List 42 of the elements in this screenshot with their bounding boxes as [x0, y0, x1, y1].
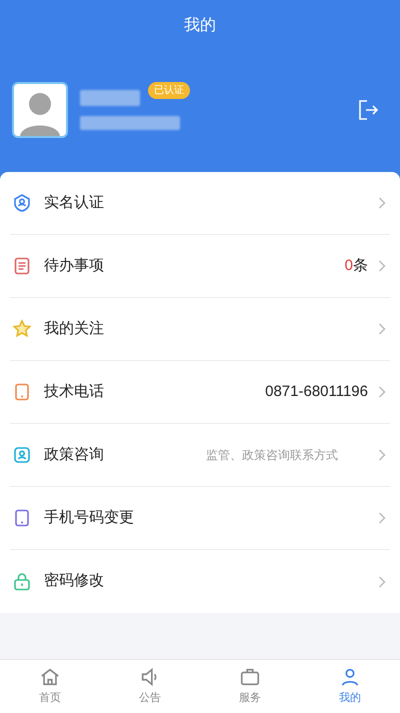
mobile-phone-icon	[12, 508, 32, 528]
menu-hint: 监管、政策咨询联系方式	[206, 447, 338, 464]
document-icon	[12, 256, 32, 276]
menu-label: 政策咨询	[44, 444, 104, 465]
shield-person-icon	[12, 193, 32, 213]
blurred-name	[80, 90, 140, 106]
menu-item[interactable]: 政策咨询 监管、政策咨询联系方式	[10, 424, 390, 487]
chevron-right-icon	[378, 386, 386, 398]
chevron-right-icon	[378, 576, 386, 588]
menu-item[interactable]: 密码修改	[10, 550, 390, 613]
lock-icon	[12, 572, 32, 592]
todo-unit: 条	[353, 256, 368, 276]
chevron-right-icon	[378, 449, 386, 461]
menu-item[interactable]: 我的关注	[10, 298, 390, 361]
menu-item[interactable]: 技术电话 0871-68011196	[10, 361, 390, 424]
menu-item[interactable]: 待办事项 0条	[10, 235, 390, 298]
menu-label: 待办事项	[44, 256, 104, 276]
verified-badge: 已认证	[148, 82, 190, 99]
menu-label: 技术电话	[44, 382, 104, 402]
page-title: 我的	[184, 16, 216, 36]
chevron-right-icon	[378, 512, 386, 524]
star-icon	[12, 319, 32, 339]
avatar	[12, 82, 68, 138]
tab-item[interactable]: 公告	[100, 660, 200, 713]
chevron-right-icon	[378, 260, 386, 272]
menu-label: 我的关注	[44, 318, 104, 339]
contact-card-icon	[12, 445, 32, 465]
tab-item[interactable]: 我的	[300, 660, 400, 713]
chevron-right-icon	[378, 197, 386, 209]
phone-icon	[12, 382, 32, 402]
tab-item[interactable]: 服务	[200, 660, 300, 713]
menu-label: 手机号码变更	[44, 508, 134, 528]
menu-label: 密码修改	[44, 571, 104, 592]
menu-label: 实名认证	[44, 192, 104, 213]
chevron-right-icon	[378, 323, 386, 335]
tab-item[interactable]: 首页	[0, 660, 100, 713]
phone-number: 0871-68011196	[265, 382, 368, 402]
menu-item[interactable]: 手机号码变更	[10, 487, 390, 550]
person-icon	[339, 666, 361, 688]
logout-icon[interactable]	[356, 98, 380, 122]
menu-item[interactable]: 实名认证	[10, 172, 390, 235]
todo-count: 0	[344, 256, 353, 276]
